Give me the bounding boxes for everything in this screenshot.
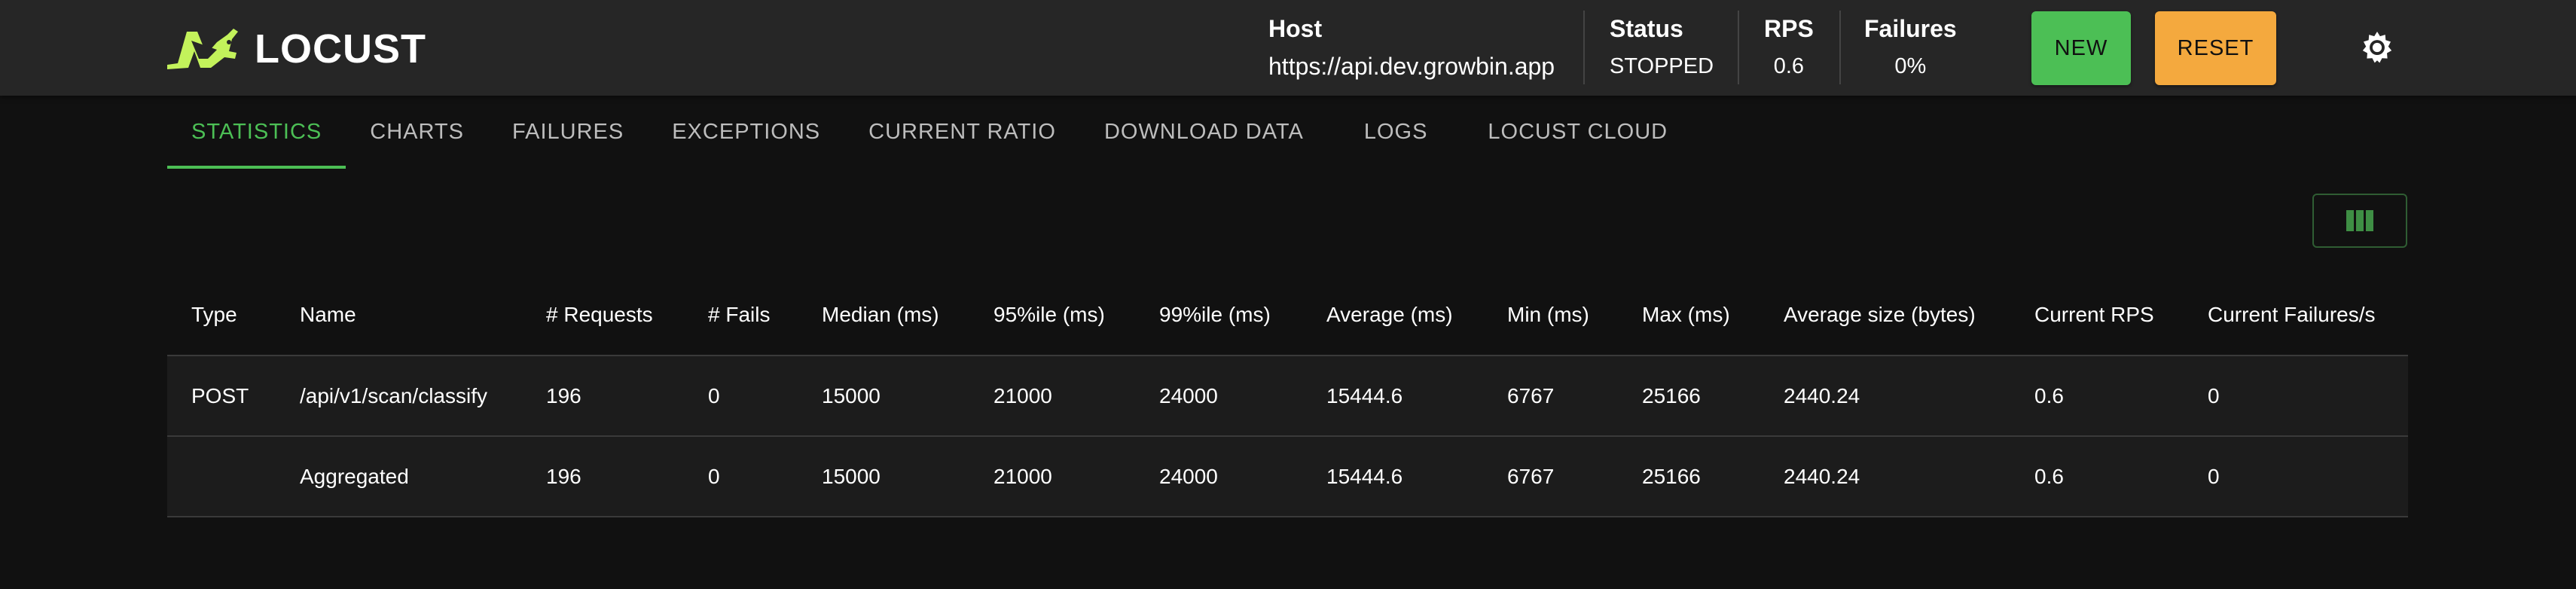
column-header[interactable]: Current RPS bbox=[2034, 275, 2154, 355]
column-header[interactable]: Max (ms) bbox=[1642, 275, 1730, 355]
table-cell: 21000 bbox=[993, 383, 1052, 407]
top-bar: LOCUST Host https://api.dev.growbin.app … bbox=[0, 0, 2576, 96]
table-cell: 6767 bbox=[1507, 464, 1555, 488]
locust-logo-icon bbox=[167, 29, 238, 69]
tab-failures[interactable]: FAILURES bbox=[488, 96, 648, 169]
tab-download-data[interactable]: DOWNLOAD DATA bbox=[1080, 96, 1340, 169]
table-cell: 2440.24 bbox=[1784, 464, 1860, 488]
failures-stat: Failures 0% bbox=[1864, 14, 1957, 84]
view-columns-icon bbox=[2346, 210, 2373, 231]
tab-logs[interactable]: LOGS bbox=[1340, 96, 1464, 169]
failures-value: 0% bbox=[1894, 54, 1927, 78]
table-cell: 0.6 bbox=[2034, 464, 2064, 488]
rps-stat: RPS 0.6 bbox=[1764, 14, 1814, 84]
table-row-aggregated: Aggregated 196 0 15000 21000 24000 15444… bbox=[167, 437, 2408, 517]
table-row: POST /api/v1/scan/classify 196 0 15000 2… bbox=[167, 356, 2408, 437]
table-cell: 15000 bbox=[822, 383, 881, 407]
header-divider bbox=[1738, 11, 1739, 84]
host-stat: Host https://api.dev.growbin.app bbox=[1268, 14, 1555, 84]
failures-label: Failures bbox=[1864, 15, 1957, 42]
logo-text: LOCUST bbox=[255, 26, 426, 72]
new-button[interactable]: NEW bbox=[2031, 11, 2131, 85]
table-cell: 15444.6 bbox=[1326, 383, 1403, 407]
theme-toggle-button[interactable] bbox=[2358, 29, 2397, 68]
column-header[interactable]: 95%ile (ms) bbox=[993, 275, 1105, 355]
table-cell: 0 bbox=[708, 383, 720, 407]
table-cell: POST bbox=[191, 383, 249, 407]
header-divider bbox=[1583, 11, 1585, 84]
columns-button[interactable] bbox=[2312, 194, 2407, 248]
status-value: STOPPED bbox=[1610, 54, 1714, 78]
tab-current-ratio[interactable]: CURRENT RATIO bbox=[844, 96, 1080, 169]
host-label: Host bbox=[1268, 15, 1323, 42]
rps-value: 0.6 bbox=[1773, 54, 1805, 78]
column-header[interactable]: Average size (bytes) bbox=[1784, 275, 1976, 355]
table-cell: 0.6 bbox=[2034, 383, 2064, 407]
column-header[interactable]: # Requests bbox=[546, 275, 653, 355]
column-header[interactable]: Min (ms) bbox=[1507, 275, 1589, 355]
table-cell: 196 bbox=[546, 383, 581, 407]
table-cell: 15000 bbox=[822, 464, 881, 488]
column-header[interactable]: 99%ile (ms) bbox=[1159, 275, 1271, 355]
table-cell: Aggregated bbox=[300, 464, 409, 488]
column-header[interactable]: Median (ms) bbox=[822, 275, 939, 355]
status-label: Status bbox=[1610, 15, 1683, 42]
column-header[interactable]: Average (ms) bbox=[1326, 275, 1453, 355]
locust-logo[interactable]: LOCUST bbox=[164, 23, 426, 75]
table-cell: /api/v1/scan/classify bbox=[300, 383, 487, 407]
table-cell: 15444.6 bbox=[1326, 464, 1403, 488]
table-cell: 0 bbox=[2208, 383, 2220, 407]
table-cell: 25166 bbox=[1642, 464, 1701, 488]
table-cell: 196 bbox=[546, 464, 581, 488]
column-header[interactable]: Current Failures/s bbox=[2208, 275, 2376, 355]
table-cell: 0 bbox=[2208, 464, 2220, 488]
table-cell: 21000 bbox=[993, 464, 1052, 488]
statistics-table: Type Name # Requests # Fails Median (ms)… bbox=[167, 275, 2408, 517]
table-cell: 2440.24 bbox=[1784, 383, 1860, 407]
table-cell: 0 bbox=[708, 464, 720, 488]
tab-locust-cloud[interactable]: LOCUST CLOUD bbox=[1463, 96, 1692, 169]
column-header[interactable]: # Fails bbox=[708, 275, 770, 355]
rps-label: RPS bbox=[1764, 15, 1814, 42]
reset-button[interactable]: RESET bbox=[2155, 11, 2276, 85]
sun-icon bbox=[2362, 31, 2392, 63]
tab-statistics[interactable]: STATISTICS bbox=[167, 96, 346, 169]
tab-exceptions[interactable]: EXCEPTIONS bbox=[648, 96, 844, 169]
tab-charts[interactable]: CHARTS bbox=[346, 96, 488, 169]
table-cell: 24000 bbox=[1159, 464, 1218, 488]
status-stat: Status STOPPED bbox=[1610, 14, 1714, 84]
tab-bar: STATISTICS CHARTS FAILURES EXCEPTIONS CU… bbox=[167, 96, 1692, 169]
host-value: https://api.dev.growbin.app bbox=[1268, 53, 1555, 80]
column-header[interactable]: Type bbox=[191, 275, 237, 355]
table-cell: 24000 bbox=[1159, 383, 1218, 407]
table-header-row: Type Name # Requests # Fails Median (ms)… bbox=[167, 275, 2408, 356]
table-cell: 6767 bbox=[1507, 383, 1555, 407]
header-divider bbox=[1839, 11, 1841, 84]
table-cell: 25166 bbox=[1642, 383, 1701, 407]
column-header[interactable]: Name bbox=[300, 275, 356, 355]
